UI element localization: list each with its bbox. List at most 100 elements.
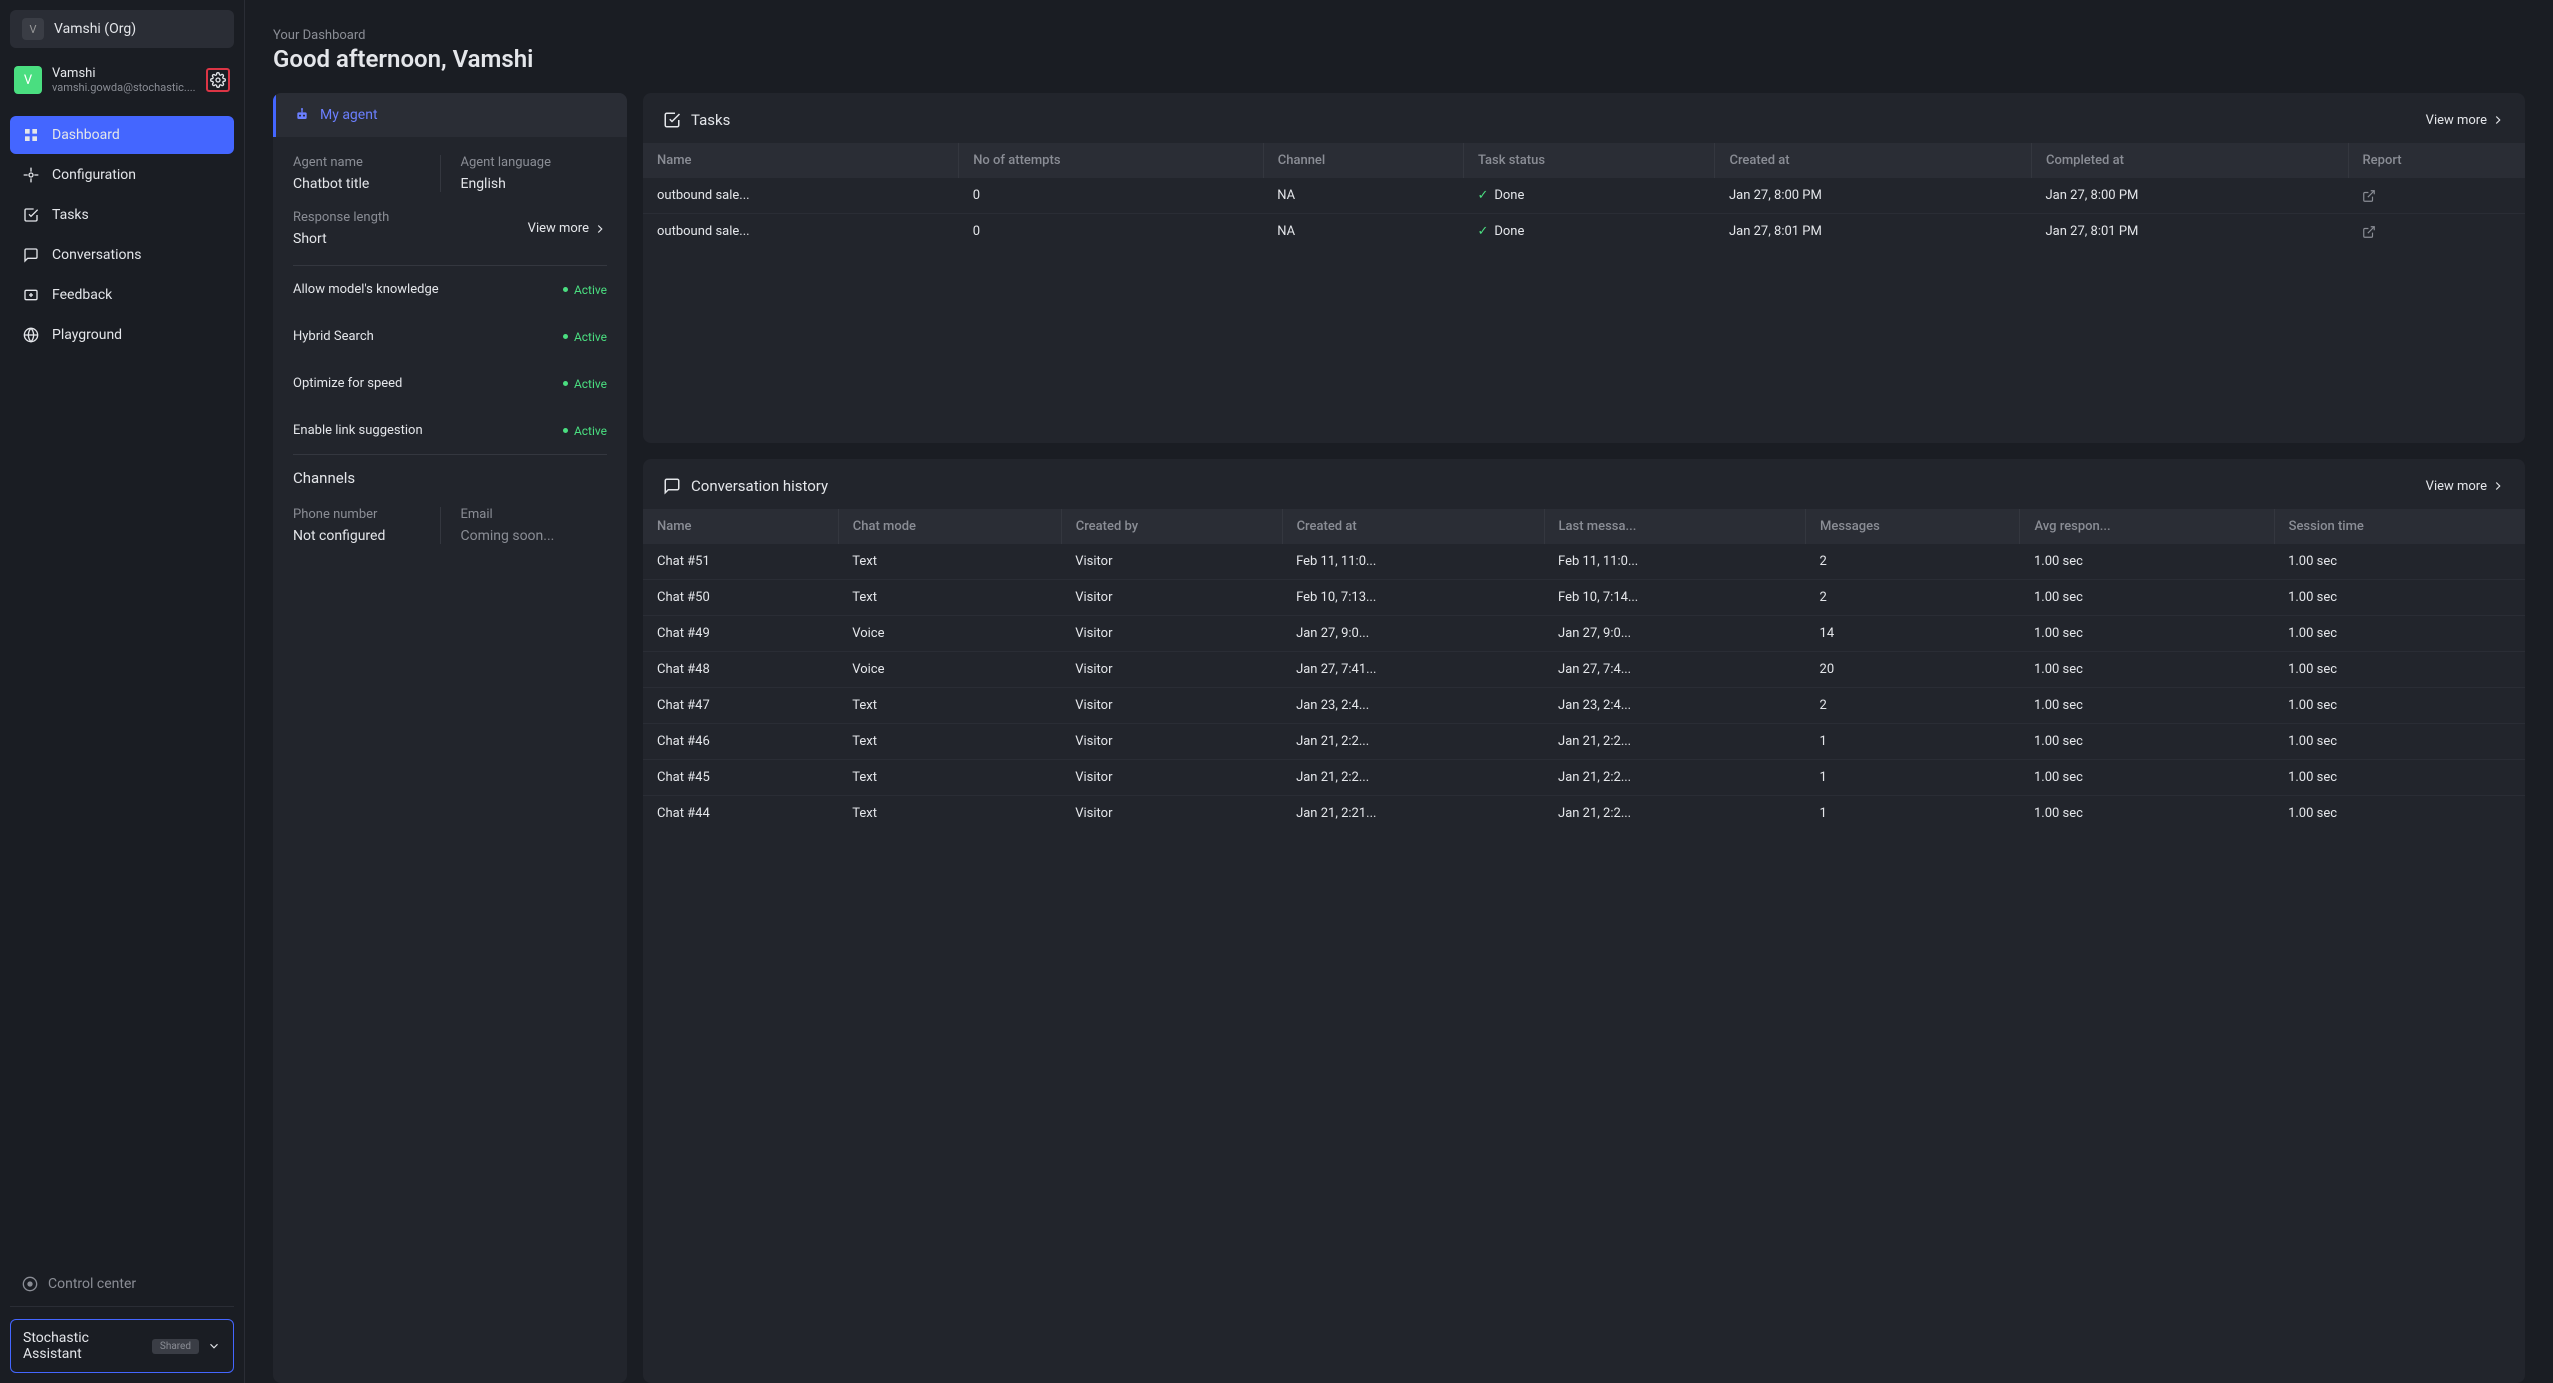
cell-last: Jan 23, 2:4... (1544, 688, 1806, 724)
table-header: Created at (1282, 509, 1544, 544)
cell-created: Jan 21, 2:2... (1282, 760, 1544, 796)
assistant-selector[interactable]: Stochastic Assistant Shared (10, 1319, 234, 1373)
cell-report (2348, 178, 2525, 214)
cell-channel: NA (1263, 214, 1463, 250)
feedback-icon (22, 286, 40, 304)
cell-session: 1.00 sec (2274, 580, 2525, 616)
table-header: Task status (1463, 143, 1715, 178)
table-row[interactable]: Chat #44 Text Visitor Jan 21, 2:21... Ja… (643, 796, 2525, 832)
cell-msgs: 14 (1806, 616, 2020, 652)
table-header: Channel (1263, 143, 1463, 178)
feature-name: Allow model's knowledge (293, 282, 439, 297)
cell-avg: 1.00 sec (2020, 760, 2274, 796)
cell-by: Visitor (1061, 688, 1282, 724)
sidebar-item-configuration[interactable]: Configuration (10, 156, 234, 194)
cell-mode: Text (838, 724, 1061, 760)
sidebar-item-label: Tasks (52, 207, 89, 223)
cell-msgs: 20 (1806, 652, 2020, 688)
cell-name: Chat #47 (643, 688, 838, 724)
my-agent-card: My agent Agent name Chatbot title Agent … (273, 93, 627, 1383)
cell-by: Visitor (1061, 544, 1282, 580)
cell-created: Feb 11, 11:0... (1282, 544, 1544, 580)
org-selector[interactable]: V Vamshi (Org) (10, 10, 234, 48)
sidebar-item-tasks[interactable]: Tasks (10, 196, 234, 234)
cell-mode: Text (838, 580, 1061, 616)
cell-report (2348, 214, 2525, 250)
conversation-title: Conversation history (691, 477, 828, 495)
cell-msgs: 1 (1806, 724, 2020, 760)
external-link-icon[interactable] (2362, 225, 2511, 239)
cell-name: Chat #46 (643, 724, 838, 760)
feature-row: Optimize for speed Active (293, 360, 607, 407)
sidebar-item-feedback[interactable]: Feedback (10, 276, 234, 314)
agent-view-more-button[interactable]: View more (528, 221, 607, 236)
table-row[interactable]: Chat #47 Text Visitor Jan 23, 2:4... Jan… (643, 688, 2525, 724)
status-dot-icon (563, 287, 568, 292)
assistant-name: Stochastic Assistant (23, 1330, 144, 1362)
tasks-panel: Tasks View more NameNo of attemptsChanne… (643, 93, 2525, 443)
settings-button[interactable] (206, 68, 230, 92)
external-link-icon[interactable] (2362, 189, 2511, 203)
tasks-icon (663, 111, 681, 129)
cell-by: Visitor (1061, 724, 1282, 760)
sidebar-item-label: Conversations (52, 247, 141, 263)
table-header: No of attempts (959, 143, 1264, 178)
chevron-down-icon (207, 1339, 221, 1353)
sidebar-item-playground[interactable]: Playground (10, 316, 234, 354)
cell-session: 1.00 sec (2274, 652, 2525, 688)
cell-created: Jan 27, 8:00 PM (1715, 178, 2032, 214)
agent-language-label: Agent language (461, 155, 608, 170)
feature-name: Hybrid Search (293, 329, 374, 344)
check-icon: ✓ (1477, 224, 1488, 239)
table-header: Created at (1715, 143, 2032, 178)
cell-created: Jan 23, 2:4... (1282, 688, 1544, 724)
table-row[interactable]: Chat #48 Voice Visitor Jan 27, 7:41... J… (643, 652, 2525, 688)
status-badge: Active (563, 424, 607, 438)
cell-created: Jan 27, 9:0... (1282, 616, 1544, 652)
my-agent-tab[interactable]: My agent (273, 93, 627, 137)
feature-name: Optimize for speed (293, 376, 402, 391)
dashboard-eyebrow: Your Dashboard (273, 28, 2525, 43)
cell-last: Jan 21, 2:2... (1544, 796, 1806, 832)
cell-status: ✓Done (1463, 178, 1715, 214)
view-more-label: View more (2426, 113, 2487, 128)
email-label: Email (461, 507, 608, 522)
table-row[interactable]: Chat #46 Text Visitor Jan 21, 2:2... Jan… (643, 724, 2525, 760)
control-center-button[interactable]: Control center (10, 1266, 234, 1302)
cell-name: Chat #49 (643, 616, 838, 652)
org-avatar: V (22, 18, 44, 40)
page-title: Good afternoon, Vamshi (273, 45, 2525, 73)
cell-name: Chat #45 (643, 760, 838, 796)
table-row[interactable]: Chat #50 Text Visitor Feb 10, 7:13... Fe… (643, 580, 2525, 616)
table-row[interactable]: outbound sale... 0 NA ✓Done Jan 27, 8:00… (643, 178, 2525, 214)
sidebar-item-label: Dashboard (52, 127, 120, 143)
sidebar-item-label: Feedback (52, 287, 112, 303)
cell-msgs: 1 (1806, 760, 2020, 796)
user-name: Vamshi (52, 66, 196, 81)
phone-label: Phone number (293, 507, 440, 522)
user-avatar: V (14, 66, 42, 94)
sidebar-item-conversations[interactable]: Conversations (10, 236, 234, 274)
status-dot-icon (563, 334, 568, 339)
cell-last: Feb 11, 11:0... (1544, 544, 1806, 580)
cell-last: Jan 21, 2:2... (1544, 724, 1806, 760)
cell-msgs: 2 (1806, 688, 2020, 724)
shared-badge: Shared (152, 1339, 199, 1354)
table-row[interactable]: outbound sale... 0 NA ✓Done Jan 27, 8:01… (643, 214, 2525, 250)
cell-msgs: 2 (1806, 580, 2020, 616)
control-center-label: Control center (48, 1276, 136, 1292)
feature-row: Enable link suggestion Active (293, 407, 607, 454)
tasks-view-more-button[interactable]: View more (2426, 113, 2505, 128)
cell-mode: Voice (838, 616, 1061, 652)
table-header: Created by (1061, 509, 1282, 544)
sidebar-item-dashboard[interactable]: Dashboard (10, 116, 234, 154)
cell-attempts: 0 (959, 214, 1264, 250)
status-dot-icon (563, 428, 568, 433)
table-row[interactable]: Chat #45 Text Visitor Jan 21, 2:2... Jan… (643, 760, 2525, 796)
table-row[interactable]: Chat #49 Voice Visitor Jan 27, 9:0... Ja… (643, 616, 2525, 652)
table-row[interactable]: Chat #51 Text Visitor Feb 11, 11:0... Fe… (643, 544, 2525, 580)
conversation-view-more-button[interactable]: View more (2426, 479, 2505, 494)
cell-completed: Jan 27, 8:01 PM (2031, 214, 2348, 250)
cell-msgs: 1 (1806, 796, 2020, 832)
cell-last: Jan 21, 2:2... (1544, 760, 1806, 796)
